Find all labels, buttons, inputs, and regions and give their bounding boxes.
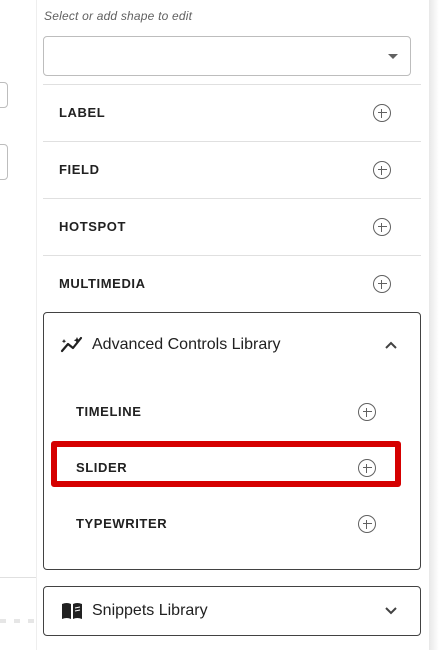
add-circle-icon[interactable]: [373, 275, 391, 293]
shape-select-hint: Select or add shape to edit: [44, 9, 193, 23]
shape-row-label-text: LABEL: [59, 105, 106, 120]
left-input-1[interactable]: [0, 82, 8, 108]
chevron-up-icon[interactable]: [384, 340, 398, 350]
library-item-timeline[interactable]: TIMELINE: [60, 387, 398, 437]
left-dotted-line: [0, 619, 36, 625]
add-circle-icon[interactable]: [373, 104, 391, 122]
shape-row-hotspot[interactable]: HOTSPOT: [43, 198, 421, 255]
slider-highlight-box: [51, 441, 401, 487]
left-input-2[interactable]: [0, 144, 8, 180]
editor-canvas-edge: [0, 0, 36, 650]
add-circle-icon[interactable]: [373, 161, 391, 179]
chevron-down-icon[interactable]: [384, 606, 398, 616]
shape-row-multimedia-text: MULTIMEDIA: [59, 276, 146, 291]
menu-book-icon: [62, 603, 82, 619]
auto-graph-icon: [60, 336, 83, 353]
advanced-controls-header[interactable]: Advanced Controls Library: [44, 313, 420, 375]
snippets-library-title: Snippets Library: [92, 602, 208, 619]
library-item-timeline-text: TIMELINE: [76, 404, 142, 419]
library-item-typewriter[interactable]: TYPEWRITER: [60, 499, 398, 549]
shape-row-field-text: FIELD: [59, 162, 100, 177]
shape-row-hotspot-text: HOTSPOT: [59, 219, 127, 234]
add-circle-icon[interactable]: [358, 403, 376, 421]
panel-shadow: [429, 0, 439, 650]
advanced-controls-title: Advanced Controls Library: [92, 336, 281, 353]
shape-select[interactable]: [43, 36, 411, 76]
shape-row-multimedia[interactable]: MULTIMEDIA: [43, 255, 421, 312]
shape-row-label[interactable]: LABEL: [43, 84, 421, 141]
shape-panel: Select or add shape to edit LABEL FIELD …: [37, 0, 429, 650]
add-circle-icon[interactable]: [358, 515, 376, 533]
shape-row-field[interactable]: FIELD: [43, 141, 421, 198]
library-item-typewriter-text: TYPEWRITER: [76, 516, 168, 531]
advanced-controls-library: Advanced Controls Library TIMELINE SLIDE…: [43, 312, 421, 570]
snippets-library-header[interactable]: Snippets Library: [43, 586, 421, 636]
add-circle-icon[interactable]: [373, 218, 391, 236]
left-divider: [0, 577, 36, 578]
dropdown-caret-icon[interactable]: [388, 54, 398, 59]
